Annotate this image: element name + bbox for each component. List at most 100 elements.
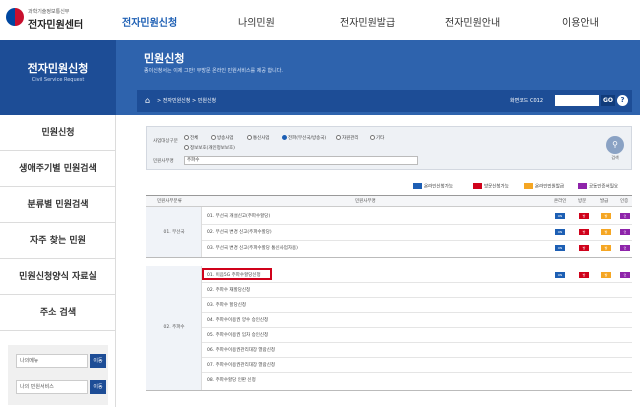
cert-badge: 인 xyxy=(620,245,630,251)
row-divider xyxy=(202,224,632,225)
online-badge: ON xyxy=(555,272,565,278)
group-divider xyxy=(146,257,632,258)
row-divider xyxy=(202,297,632,298)
page-title: 민원신청 xyxy=(144,52,185,65)
visit-badge: 방 xyxy=(579,213,589,219)
sidebar-item-category[interactable]: 분류별 민원검색 xyxy=(0,187,116,223)
go-button[interactable]: GO xyxy=(601,95,615,106)
nav-usage[interactable]: 이용안내 xyxy=(562,14,599,29)
home-icon[interactable]: ⌂ xyxy=(145,96,154,105)
breadcrumb: > 전자민원신청 > 민원신청 xyxy=(157,98,217,104)
legend-chip-cert xyxy=(578,183,587,189)
radio-dot xyxy=(211,135,216,140)
search-button-label[interactable]: 검색 xyxy=(605,155,625,161)
sidebar-item-forms[interactable]: 민원신청양식 자료실 xyxy=(0,259,116,295)
row-divider xyxy=(202,312,632,313)
table-row[interactable]: 02. 주파수 재할당신청 xyxy=(207,287,250,293)
radio-dot xyxy=(370,135,375,140)
sidebar-item-address[interactable]: 주소 검색 xyxy=(0,295,116,331)
issue-badge: 발 xyxy=(601,245,611,251)
table-row[interactable]: 07. 주파수이용권관리대장 열람신청 xyxy=(207,362,275,368)
screen-code-label: 화면코드 C012 xyxy=(510,98,544,104)
search-icon[interactable]: ⚲ xyxy=(606,136,624,154)
radio-label: 자원관리 xyxy=(342,136,359,141)
help-icon[interactable]: ? xyxy=(617,95,628,106)
radio-dot xyxy=(184,145,189,150)
government-emblem-icon xyxy=(6,8,24,26)
ministry-name: 과학기술정보통신부 xyxy=(28,9,70,15)
header xyxy=(0,0,640,40)
legend-label: 온라인민원발급 xyxy=(535,184,564,190)
visit-badge: 방 xyxy=(579,245,589,251)
group-divider xyxy=(146,390,632,391)
group-label: 02. 주파수 xyxy=(163,325,185,330)
my-menu-go-button[interactable]: 이동 xyxy=(90,354,106,368)
table-row[interactable]: 06. 주파수이용권관리대장 열람신청 xyxy=(207,347,275,353)
th-visit: 방문 xyxy=(578,199,587,204)
legend-label: 온라인신청가능 xyxy=(424,184,453,190)
table-row[interactable]: 03. 주파수 할당신청 xyxy=(207,302,246,308)
radio-resource[interactable]: 자원관리 xyxy=(336,135,359,141)
cert-badge: 인 xyxy=(620,272,630,278)
legend-chip-online xyxy=(413,183,422,189)
legend-label: 방문신청가능 xyxy=(484,184,509,190)
radio-info-protection[interactable]: 정보보호(개인정보보호) xyxy=(184,145,235,151)
name-label: 민원사무명 xyxy=(153,159,174,164)
th-name: 민원사무명 xyxy=(355,199,376,204)
online-badge: ON xyxy=(555,245,565,251)
th-online: 온라인 xyxy=(554,199,567,204)
visit-badge: 방 xyxy=(579,272,589,278)
table-row[interactable]: 04. 주파수이용권 양수 승인신청 xyxy=(207,317,268,323)
online-badge: ON xyxy=(555,229,565,235)
visit-badge: 방 xyxy=(579,229,589,235)
row-divider xyxy=(202,240,632,241)
site-logo[interactable]: 과학기술정보통신부 전자민원센터 xyxy=(6,5,96,35)
my-service-select[interactable]: 나의 민원서비스 xyxy=(16,380,88,394)
radio-label: 통신사업 xyxy=(253,136,270,141)
nav-guide[interactable]: 전자민원안내 xyxy=(445,14,500,29)
nav-issuance[interactable]: 전자민원발급 xyxy=(340,14,395,29)
radio-label: 정보보호(개인정보보호) xyxy=(190,146,235,151)
cert-badge: 인 xyxy=(620,213,630,219)
highlight-box xyxy=(202,268,272,280)
radio-other[interactable]: 기타 xyxy=(370,135,384,141)
center-name: 전자민원센터 xyxy=(28,20,84,31)
th-category: 민원사무분류 xyxy=(157,199,182,204)
legend-visit: 방문신청가능 xyxy=(473,183,509,190)
th-issue: 발급 xyxy=(600,199,609,204)
sidebar-item-lifecycle[interactable]: 생애주기별 민원검색 xyxy=(0,151,116,187)
table-row[interactable]: 03. 무선국 변경 신고(주파수할당 통신사업자용) xyxy=(207,245,298,251)
issue-badge: 발 xyxy=(601,229,611,235)
table-row[interactable]: 01. 무선국 개설신고(주파수할당) xyxy=(207,213,270,219)
radio-dot xyxy=(184,135,189,140)
online-badge: ON xyxy=(555,213,565,219)
radio-all[interactable]: 전체 xyxy=(184,135,198,141)
legend-label: 공동인증서필요 xyxy=(589,184,618,190)
radio-radio-station[interactable]: 전파(무선국/방송국) xyxy=(282,135,326,141)
legend-chip-visit xyxy=(473,183,482,189)
radio-telecom[interactable]: 통신사업 xyxy=(247,135,270,141)
radio-dot xyxy=(282,135,287,140)
table-row[interactable]: 08. 주파수할당 인판 신청 xyxy=(207,377,256,383)
page-description: 종이신청서는 이제 그만! 무방문 온라인 민원서비스를 제공 합니다. xyxy=(144,68,283,74)
sidebar-item-apply[interactable]: 민원신청 xyxy=(0,115,116,151)
table-row[interactable]: 02. 무선국 변경 신고(주파수할당) xyxy=(207,229,272,235)
nav-my-civil[interactable]: 나의민원 xyxy=(238,14,275,29)
sidebar-item-faq[interactable]: 자주 찾는 민원 xyxy=(0,223,116,259)
my-menu-select[interactable]: 나의메뉴 xyxy=(16,354,88,368)
legend-chip-issue xyxy=(524,183,533,189)
name-input[interactable]: 주파수 xyxy=(184,156,418,165)
nav-apply[interactable]: 전자민원신청 xyxy=(122,14,177,29)
my-service-go-button[interactable]: 이동 xyxy=(90,380,106,394)
table-row[interactable]: 05. 주파수이용권 임차 승인신청 xyxy=(207,332,268,338)
radio-label: 기타 xyxy=(376,136,385,141)
screen-code-input[interactable] xyxy=(555,95,599,106)
cert-badge: 인 xyxy=(620,229,630,235)
radio-broadcast[interactable]: 방송사업 xyxy=(211,135,234,141)
row-divider xyxy=(202,282,632,283)
row-divider xyxy=(202,327,632,328)
radio-dot xyxy=(247,135,252,140)
th-cert: 인증 xyxy=(620,199,629,204)
radio-label: 전파(무선국/방송국) xyxy=(288,136,327,141)
issue-badge: 발 xyxy=(601,213,611,219)
